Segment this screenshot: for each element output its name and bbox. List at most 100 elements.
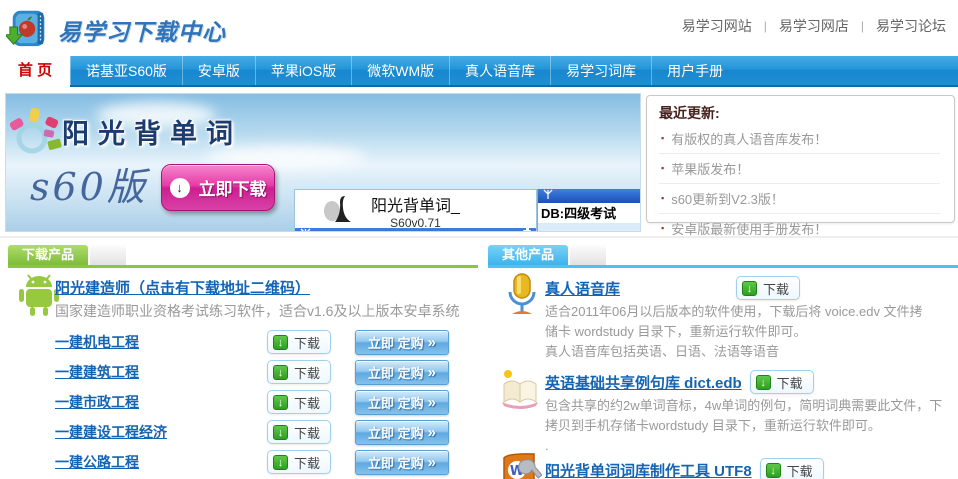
top-link-forum[interactable]: 易学习论坛	[876, 16, 946, 36]
download-row: 一建建设工程经济 ↓ 下载 立即 定购 »	[55, 417, 453, 447]
link-separator: |	[861, 19, 864, 33]
download-rows: 一建机电工程 ↓ 下载 立即 定购 » 一建建筑工程 ↓ 下载 立即 定购 » …	[55, 327, 453, 477]
tab-stub	[90, 245, 126, 265]
download-button[interactable]: ↓ 下载	[267, 420, 331, 444]
nav-tab-android[interactable]: 安卓版	[182, 56, 255, 85]
site-title: 易学习下载中心	[58, 13, 226, 47]
voice-library-row: 真人语音库 ↓ 下载	[545, 276, 800, 300]
example-db-row: 英语基础共享例句库 dict.edb ↓ 下载	[545, 370, 814, 394]
chevron-right-icon: »	[428, 424, 436, 441]
dictionary-tool-icon: W	[498, 452, 542, 479]
download-arrow-icon: ↓	[273, 395, 288, 410]
order-button[interactable]: 立即 定购 »	[355, 330, 449, 355]
download-arrow-icon: ↓	[273, 365, 288, 380]
microphone-icon	[502, 272, 542, 323]
backpack-logo-icon	[6, 4, 52, 55]
download-row: 一建市政工程 ↓ 下载 立即 定购 »	[55, 387, 453, 417]
download-button[interactable]: ↓ 下载	[267, 360, 331, 384]
other-product-link[interactable]: 阳光背单词词库制作工具 UTF8	[545, 460, 752, 479]
download-button[interactable]: ↓ 下载	[267, 390, 331, 414]
nav-tab-home[interactable]: 首 页	[0, 56, 70, 87]
banner-title: 阳光背单词	[62, 112, 242, 151]
recent-updates-panel: 最近更新: ▪ 有版权的真人语音库发布！ ▪ 苹果版发布！ ▪ s60更新到V2…	[646, 95, 955, 223]
order-button[interactable]: 立即 定购 »	[355, 390, 449, 415]
bullet-icon: ▪	[661, 132, 664, 145]
nav-tab-wm[interactable]: 微软WM版	[351, 56, 449, 85]
download-button[interactable]: ↓ 下载	[750, 370, 814, 394]
desc-line: 拷贝到手机存储卡wordstudy 目录下，重新运行软件即可。	[545, 416, 942, 436]
page: 易学习下载中心 易学习网站 | 易学习网店 | 易学习论坛 首 页 诺基亚S60…	[0, 0, 958, 479]
nav-tab-ios[interactable]: 苹果iOS版	[255, 56, 351, 85]
download-arrow-icon: ↓	[273, 425, 288, 440]
section-divider	[0, 236, 958, 238]
recent-update-item[interactable]: ▪ 安卓版最新使用手册发布！	[659, 214, 940, 243]
banner-subtitle: s60版	[30, 156, 148, 211]
chevron-right-icon: »	[428, 454, 436, 471]
download-arrow-icon: ↓	[742, 281, 757, 296]
phone2-status-bar	[538, 189, 641, 203]
product-link[interactable]: 一建机电工程	[55, 332, 267, 352]
tab-stub	[570, 245, 606, 265]
chevron-right-icon: »	[428, 394, 436, 411]
product-link[interactable]: 一建公路工程	[55, 452, 267, 472]
download-arrow-icon: ↓	[756, 375, 771, 390]
phone2-db-line: DB:四级考试	[538, 203, 641, 223]
downloads-section-header: 下载产品	[8, 245, 478, 268]
example-db-desc: 包含共享的约2w单词音标，4w单词的例句，简明词典需要此文件，下 拷贝到手机存储…	[545, 396, 942, 456]
tab-other-products[interactable]: 其他产品	[488, 245, 568, 265]
recent-update-item[interactable]: ▪ 苹果版发布！	[659, 154, 940, 184]
download-button[interactable]: ↓ 下载	[267, 330, 331, 354]
download-button[interactable]: ↓ 下载	[760, 458, 824, 479]
recent-updates-title: 最近更新:	[659, 103, 940, 123]
product-link[interactable]: 一建建设工程经济	[55, 422, 267, 442]
nav-tab-dictionary[interactable]: 易学习词库	[550, 56, 651, 85]
top-link-website[interactable]: 易学习网站	[682, 16, 752, 36]
chevron-right-icon: »	[428, 364, 436, 381]
nav-tab-nokia-s60[interactable]: 诺基亚S60版	[70, 56, 182, 85]
phone2-word: accuse	[542, 227, 641, 232]
link-separator: |	[764, 19, 767, 33]
other-product-link[interactable]: 真人语音库	[545, 278, 620, 299]
recent-update-item[interactable]: ▪ s60更新到V2.3版！	[659, 184, 940, 214]
download-arrow-icon: ↓	[273, 455, 288, 470]
builder-product-link[interactable]: 阳光建造师（点击有下载地址二维码）	[55, 277, 310, 298]
order-button[interactable]: 立即 定购 »	[355, 420, 449, 445]
phone1-app-logo-icon	[321, 194, 355, 229]
desc-line: 储卡 wordstudy 目录下，重新运行软件即可。	[545, 322, 923, 342]
download-row: 一建公路工程 ↓ 下载 立即 定购 »	[55, 447, 453, 477]
product-link[interactable]: 一建市政工程	[55, 392, 267, 412]
builder-product-desc: 国家建造师职业资格考试练习软件，适合v1.6及以上版本安卓系统	[55, 301, 459, 321]
main-nav: 首 页 诺基亚S60版 安卓版 苹果iOS版 微软WM版 真人语音库 易学习词库…	[0, 56, 958, 87]
product-link[interactable]: 一建建筑工程	[55, 362, 267, 382]
other-product-link[interactable]: 英语基础共享例句库 dict.edb	[545, 372, 742, 393]
recent-update-item[interactable]: ▪ 有版权的真人语音库发布！	[659, 124, 940, 154]
desc-line: 真人语音库包括英语、日语、法语等语音	[545, 342, 923, 362]
order-button[interactable]: 立即 定购 »	[355, 360, 449, 385]
battery-icon	[523, 230, 531, 232]
banner-download-button[interactable]: ↓ 立即下载	[161, 164, 275, 211]
download-button[interactable]: ↓ 下载	[267, 450, 331, 474]
dict-tool-row: 阳光背单词词库制作工具 UTF8 ↓ 下载	[545, 458, 824, 479]
header: 易学习下载中心 易学习网站 | 易学习网店 | 易学习论坛	[0, 0, 958, 56]
bullet-icon: ▪	[661, 192, 664, 205]
nav-tab-voice-library[interactable]: 真人语音库	[449, 56, 550, 85]
order-button[interactable]: 立即 定购 »	[355, 450, 449, 475]
tab-downloads[interactable]: 下载产品	[8, 245, 88, 265]
bullet-icon: ▪	[661, 162, 664, 175]
download-arrow-icon: ↓	[273, 335, 288, 350]
site-logo[interactable]: 易学习下载中心	[6, 4, 226, 55]
download-row: 一建建筑工程 ↓ 下载 立即 定购 »	[55, 357, 453, 387]
bullet-icon: ▪	[661, 222, 664, 235]
phone-screenshot-2: DB:四级考试 accuse ə'kju:z vt.控告，指 1 2 3 4 5…	[537, 189, 641, 232]
desc-line: .	[545, 436, 942, 456]
desc-line: 包含共享的约2w单词音标，4w单词的例句，简明词典需要此文件，下	[545, 396, 942, 416]
promo-banner[interactable]: 阳光背单词 s60版 ↓ 立即下载 阳光背单词_ S60v0.71	[5, 93, 641, 232]
phone-screenshot-1: 阳光背单词_ S60v0.71 DB:四级考试词汇必备 WS:730 i 开始学…	[294, 189, 537, 232]
download-arrow-icon: ↓	[766, 463, 781, 478]
desc-line: 适合2011年06月以后版本的软件使用，下载后将 voice.edv 文件拷	[545, 302, 923, 322]
download-button[interactable]: ↓ 下载	[736, 276, 800, 300]
top-links: 易学习网站 | 易学习网店 | 易学习论坛	[682, 16, 946, 36]
chevron-right-icon: »	[428, 334, 436, 351]
nav-tab-manual[interactable]: 用户手册	[651, 56, 738, 85]
top-link-shop[interactable]: 易学习网店	[779, 16, 849, 36]
